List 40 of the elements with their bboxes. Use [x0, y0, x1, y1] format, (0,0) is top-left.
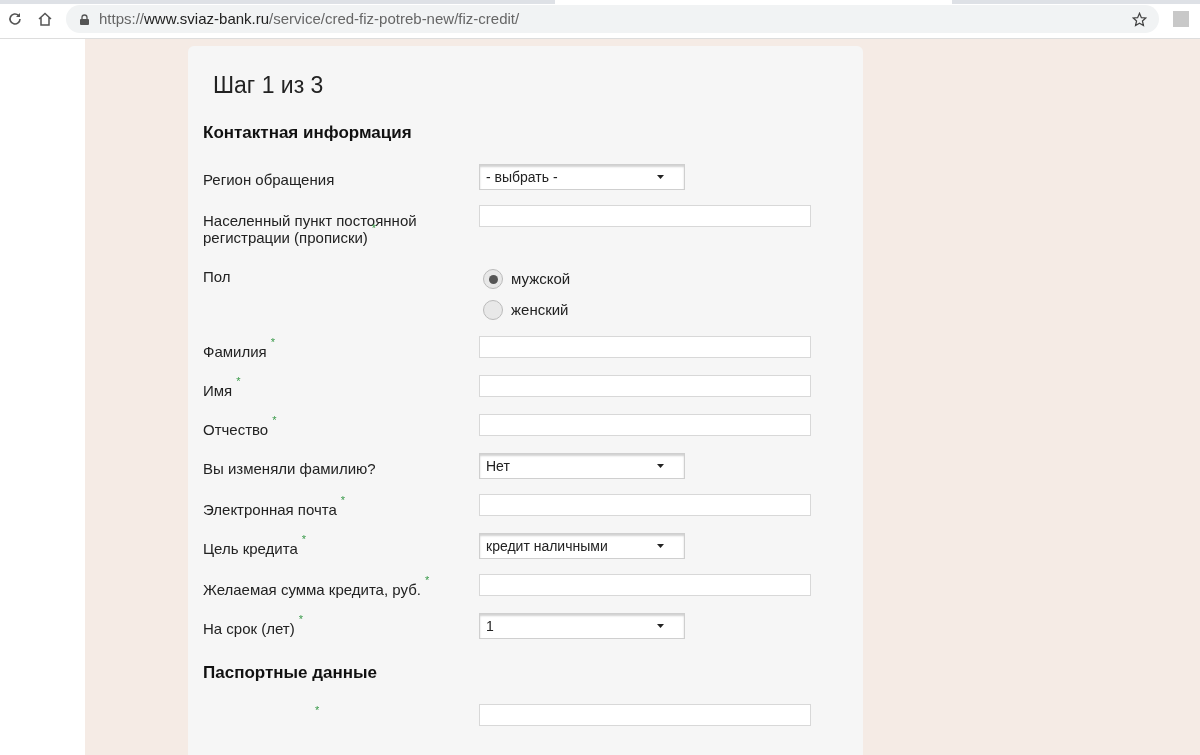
home-icon[interactable]	[38, 12, 52, 26]
text-field[interactable]	[479, 494, 811, 516]
text-field[interactable]	[479, 574, 811, 596]
required-mark: *	[236, 374, 241, 387]
required-mark: *	[270, 335, 275, 348]
lock-icon	[80, 13, 89, 25]
caret-icon	[657, 624, 664, 628]
text-field[interactable]	[479, 375, 811, 397]
select-dropdown[interactable]: - выбрать -	[479, 164, 685, 190]
required-mark: *	[340, 493, 346, 506]
select-dropdown[interactable]: 1	[479, 613, 685, 639]
caret-icon	[657, 175, 664, 179]
step-title: Шаг 1 из 3	[212, 71, 325, 99]
required-mark: *	[301, 532, 307, 545]
field-label: Пол	[203, 268, 231, 285]
section-heading: Контактная информация	[203, 123, 413, 143]
text-field[interactable]	[479, 704, 811, 726]
radio-option[interactable]: мужской	[483, 268, 571, 291]
required-mark: *	[272, 413, 277, 426]
caret-icon	[657, 464, 664, 468]
address-bar[interactable]: https://www.sviaz-bank.ru/service/cred-fiz-potreb-new/fiz-credit/	[66, 5, 1159, 33]
text-field[interactable]	[479, 414, 811, 436]
section-heading: Паспортные данные	[203, 663, 378, 683]
radio-button[interactable]	[483, 299, 503, 320]
required-mark: *	[315, 703, 320, 716]
select-dropdown[interactable]: кредит наличными	[479, 533, 685, 559]
text-field[interactable]	[479, 205, 811, 227]
field-label: Вы изменяли фамилию?	[203, 460, 376, 477]
text-field[interactable]	[479, 336, 811, 358]
star-icon[interactable]	[1132, 11, 1147, 27]
field-label: Регион обращения	[203, 171, 335, 188]
radio-option[interactable]: женский	[483, 298, 571, 321]
caret-icon	[657, 544, 664, 548]
required-mark: *	[424, 573, 430, 586]
select-dropdown[interactable]: Нет	[479, 453, 685, 479]
radio-button[interactable]	[483, 269, 503, 290]
required-mark: *	[298, 612, 303, 625]
extension-icon[interactable]	[1173, 11, 1189, 27]
url-text: https://www.sviaz-bank.ru/service/cred-fiz-potreb-new/fiz-credit/	[99, 8, 520, 29]
reload-icon[interactable]	[8, 12, 22, 26]
